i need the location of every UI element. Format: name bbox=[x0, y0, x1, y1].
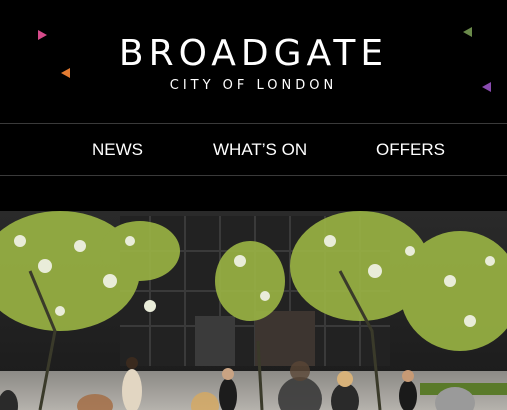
nav-item-offers[interactable]: OFFERS bbox=[376, 124, 445, 175]
hero-image bbox=[0, 211, 507, 410]
nav-item-news[interactable]: NEWS bbox=[92, 124, 143, 175]
brand-logo[interactable]: BROADGATE bbox=[0, 34, 507, 74]
nav-item-whats-on[interactable]: WHAT’S ON bbox=[213, 124, 307, 175]
site-header: BROADGATE CITY OF LONDON bbox=[0, 0, 507, 123]
main-nav: NEWS WHAT’S ON OFFERS bbox=[0, 123, 507, 176]
spacer bbox=[0, 176, 507, 211]
hero-photo-illustration bbox=[0, 211, 507, 410]
brand-tagline: CITY OF LONDON bbox=[169, 78, 338, 93]
